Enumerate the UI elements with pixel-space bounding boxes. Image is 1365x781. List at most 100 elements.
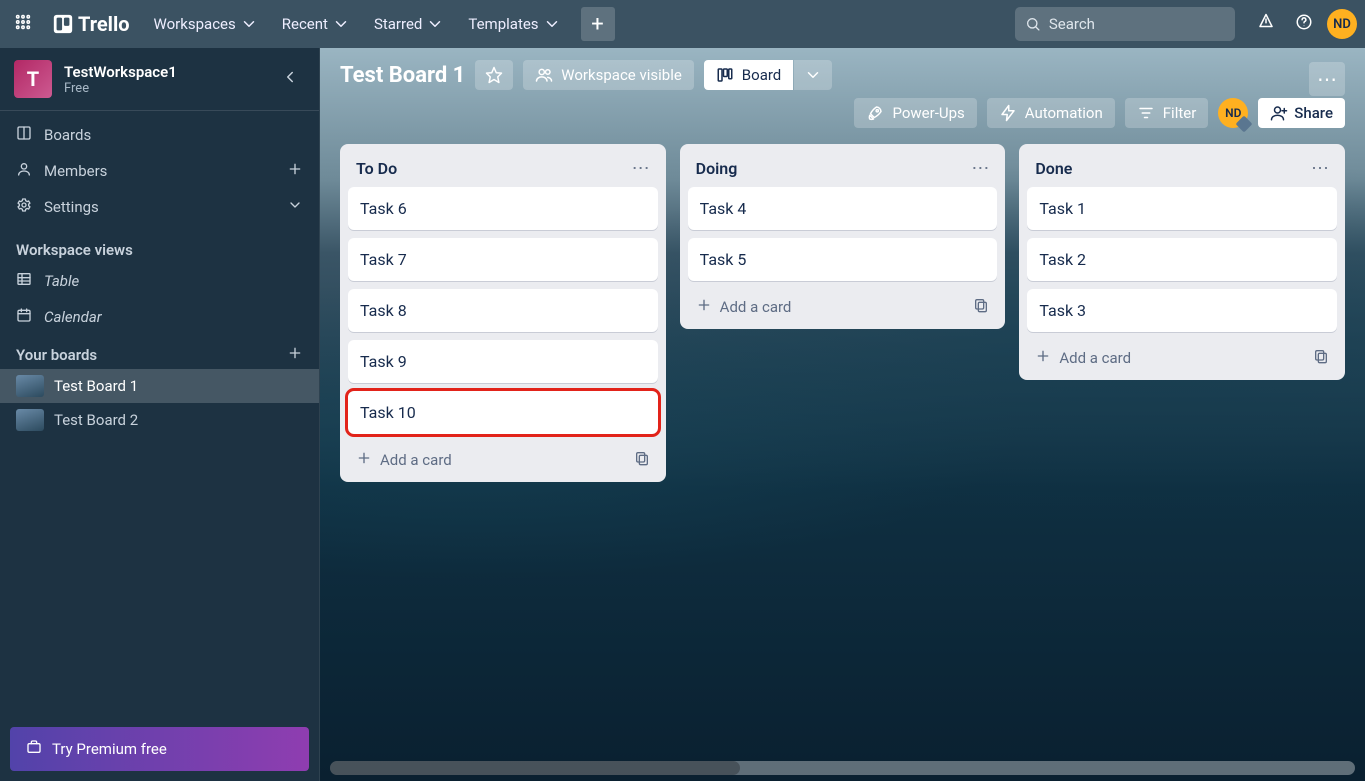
top-nav: Trello Workspaces Recent Starred Templat… [0,0,1365,48]
sidebar-board-label: Test Board 1 [54,377,138,395]
board-thumbnail [16,375,44,397]
user-icon [16,161,32,181]
sidebar-collapse-button[interactable] [275,62,305,96]
board-canvas: Test Board 1 Workspace visible Board ⋯ P… [320,48,1365,781]
chevron-down-icon [240,15,258,33]
card[interactable]: Task 1 [1027,187,1337,230]
card[interactable]: Task 3 [1027,289,1337,332]
help-icon[interactable] [1289,7,1319,41]
plus-icon[interactable] [287,345,303,365]
card[interactable]: Task 6 [348,187,658,230]
bolt-icon [999,104,1017,122]
topnav-right: ND [1251,7,1357,41]
try-premium-button[interactable]: Try Premium free [10,727,309,771]
chevron-down-icon [332,15,350,33]
plus-icon [696,297,712,317]
chevron-down-icon [804,66,822,84]
board-member-avatar[interactable]: ND [1218,98,1248,128]
power-ups-button[interactable]: Power-Ups [854,98,976,128]
nav-recent[interactable]: Recent [272,9,360,39]
chevron-down-icon [426,15,444,33]
list-menu-button[interactable]: ⋯ [632,158,650,179]
view-switcher-button[interactable] [794,60,832,90]
list-title[interactable]: Doing [696,159,738,178]
notifications-icon[interactable] [1251,7,1281,41]
sidebar-view-table[interactable]: Table [0,263,319,299]
board-title[interactable]: Test Board 1 [340,63,465,88]
nav-starred[interactable]: Starred [364,9,454,39]
calendar-icon [16,307,32,327]
sidebar-section-views: Workspace views [0,231,319,263]
board-icon [16,125,32,145]
list-title[interactable]: To Do [356,159,397,178]
trello-logo[interactable]: Trello [44,12,138,36]
card[interactable]: Task 5 [688,238,998,281]
list-menu-button[interactable]: ⋯ [971,158,989,179]
sidebar-board-item[interactable]: Test Board 2 [0,403,319,437]
visibility-button[interactable]: Workspace visible [523,60,694,90]
card[interactable]: Task 10 [348,391,658,434]
template-icon[interactable] [973,297,989,317]
add-card-label: Add a card [380,451,452,469]
sidebar-board-label: Test Board 2 [54,411,138,429]
sidebar-item-boards[interactable]: Boards [0,117,319,153]
sidebar-item-members[interactable]: Members [0,153,319,189]
people-icon [535,66,553,84]
plus-icon[interactable] [287,161,303,181]
search-icon [1025,15,1041,33]
search-box[interactable] [1015,7,1235,41]
workspace-name: TestWorkspace1 [64,63,263,81]
add-card-button[interactable]: Add a card [688,289,998,321]
sidebar-item-label: Calendar [44,308,102,326]
horizontal-scrollbar[interactable] [330,761,1355,775]
card[interactable]: Task 4 [688,187,998,230]
visibility-label: Workspace visible [561,66,682,84]
apps-launcher-icon[interactable] [8,7,38,41]
board-view-button[interactable]: Board [704,60,793,90]
nav-templates[interactable]: Templates [458,9,570,39]
add-card-button[interactable]: Add a card [348,442,658,474]
add-card-label: Add a card [720,298,792,316]
star-icon [485,66,503,84]
nav-workspaces[interactable]: Workspaces [144,9,268,39]
rocket-icon [866,104,884,122]
board-view-icon [716,66,734,84]
card[interactable]: Task 7 [348,238,658,281]
template-icon[interactable] [634,450,650,470]
workspace-tile: T [14,60,52,98]
sidebar-item-label: Members [44,162,107,180]
scrollbar-thumb[interactable] [330,761,740,775]
sidebar-board-item[interactable]: Test Board 1 [0,369,319,403]
board-menu-button[interactable]: ⋯ [1309,62,1345,96]
template-icon[interactable] [1313,348,1329,368]
automation-button[interactable]: Automation [987,98,1115,128]
filter-icon [1137,104,1155,122]
list-menu-button[interactable]: ⋯ [1311,158,1329,179]
board-view-label: Board [742,66,781,84]
nav-menus: Workspaces Recent Starred Templates + [144,7,615,41]
star-board-button[interactable] [475,60,513,90]
plus-icon [1035,348,1051,368]
create-button[interactable]: + [581,7,615,41]
filter-button[interactable]: Filter [1125,98,1209,128]
card[interactable]: Task 2 [1027,238,1337,281]
share-button[interactable]: Share [1258,98,1345,128]
list: To Do ⋯ Task 6 Task 7 Task 8 Task 9 Task 10 Add… [340,144,666,482]
table-icon [16,271,32,291]
user-avatar[interactable]: ND [1327,9,1357,39]
search-input[interactable] [1049,15,1225,33]
workspace-plan: Free [64,81,263,96]
list: Doing ⋯ Task 4 Task 5 Add a card [680,144,1006,329]
board-header: Test Board 1 Workspace visible Board ⋯ [320,48,1365,98]
plus-icon [356,450,372,470]
chevron-down-icon[interactable] [287,197,303,217]
sidebar-item-settings[interactable]: Settings [0,189,319,225]
list-header: Done ⋯ [1027,152,1337,187]
lists-container: To Do ⋯ Task 6 Task 7 Task 8 Task 9 Task 10 Add… [320,140,1365,502]
list-title[interactable]: Done [1035,159,1072,178]
card[interactable]: Task 8 [348,289,658,332]
add-user-icon [1270,104,1288,122]
sidebar-view-calendar[interactable]: Calendar [0,299,319,335]
add-card-button[interactable]: Add a card [1027,340,1337,372]
card[interactable]: Task 9 [348,340,658,383]
